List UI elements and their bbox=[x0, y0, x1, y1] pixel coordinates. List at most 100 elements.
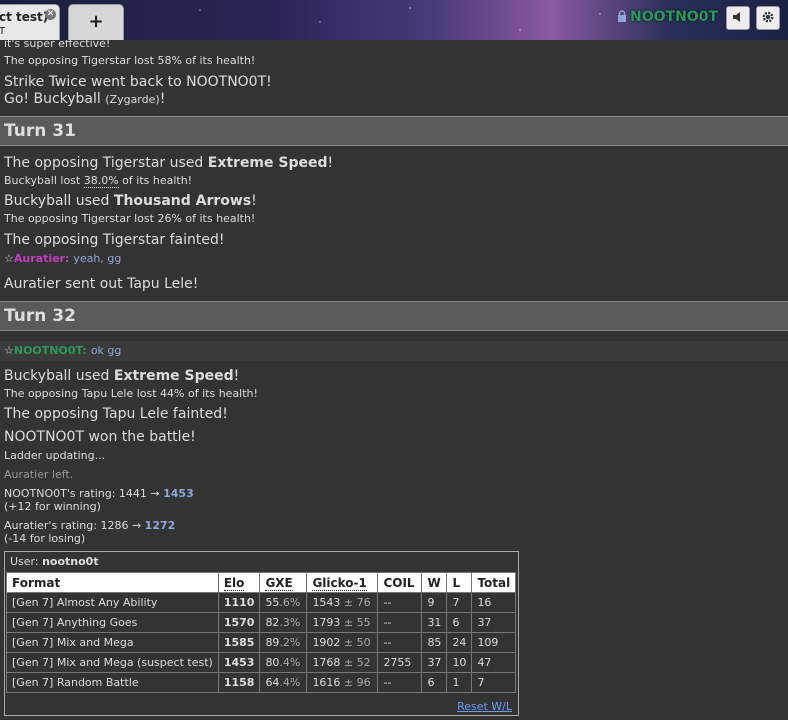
ladder-user: User: nootno0t bbox=[10, 555, 99, 568]
table-row: [Gen 7] Random Battle 1158 64.4% 1616 ± 96-… bbox=[6, 672, 517, 693]
ladder-box: User: nootno0t Format Elo GXE Glicko-1 C… bbox=[4, 551, 519, 716]
rating-change: (+12 for winning) bbox=[4, 500, 101, 513]
format-cell: [Gen 7] Random Battle bbox=[6, 672, 219, 693]
gear-icon bbox=[762, 11, 774, 23]
reset-wl-link[interactable]: Reset W/L bbox=[457, 700, 512, 713]
log-line: The opposing Tapu Lele lost 44% of its h… bbox=[4, 387, 258, 400]
gxe-cell: 55.6% bbox=[259, 592, 308, 613]
glicko-cell: 1902 ± 50 bbox=[306, 632, 379, 653]
wins-cell: 31 bbox=[421, 612, 448, 633]
rating-line: Auratier's rating: 1286 → 1272 bbox=[4, 519, 176, 532]
gxe-cell: 82.3% bbox=[259, 612, 308, 633]
losses-cell: 24 bbox=[446, 632, 473, 653]
close-tab-icon[interactable]: ✕ bbox=[45, 9, 56, 20]
ladder-table: Format Elo GXE Glicko-1 COIL W L Total [… bbox=[6, 572, 517, 693]
log-line: NOOTNO0T won the battle! bbox=[4, 429, 196, 445]
col-losses: L bbox=[446, 572, 473, 593]
chat-text: ok gg bbox=[90, 344, 122, 357]
turn-header: Turn 32 bbox=[0, 301, 788, 331]
lock-icon bbox=[618, 10, 627, 22]
new-rating: 1453 bbox=[163, 487, 194, 500]
format-cell: [Gen 7] Anything Goes bbox=[6, 612, 219, 633]
log-line: Go! Buckyball (Zygarde)! bbox=[4, 91, 166, 107]
wins-cell: 9 bbox=[421, 592, 448, 613]
coil-cell: -- bbox=[377, 672, 423, 693]
wins-cell: 85 bbox=[421, 632, 448, 653]
format-cell: [Gen 7] Mix and Mega (suspect test) bbox=[6, 652, 219, 673]
log-line: Strike Twice went back to NOOTNO0T! bbox=[4, 74, 272, 90]
col-glicko[interactable]: Glicko-1 bbox=[306, 572, 379, 593]
table-header-row: Format Elo GXE Glicko-1 COIL W L Total bbox=[6, 572, 517, 593]
table-row: [Gen 7] Mix and Mega (suspect test) 1453 8… bbox=[6, 652, 517, 673]
username-display[interactable]: NOOTNO0T bbox=[617, 9, 718, 25]
gxe-cell: 80.4% bbox=[259, 652, 308, 673]
col-total: Total bbox=[471, 572, 517, 593]
glicko-cell: 1793 ± 55 bbox=[306, 612, 379, 633]
elo-cell: 1453 bbox=[217, 652, 261, 673]
table-row: [Gen 7] Anything Goes 1570 82.3% 1793 ± 55-… bbox=[6, 612, 517, 633]
log-line: The opposing Tigerstar fainted! bbox=[4, 232, 225, 248]
losses-cell: 10 bbox=[446, 652, 473, 673]
log-line: Buckyball used Extreme Speed! bbox=[4, 368, 240, 384]
log-line: it's super effective! bbox=[4, 40, 111, 50]
chat-username[interactable]: Auratier: bbox=[14, 252, 70, 265]
new-tab-button[interactable]: + bbox=[68, 4, 124, 40]
glicko-cell: 1768 ± 52 bbox=[306, 652, 379, 673]
top-bar: ct test) T ✕ + NOOTNO0T bbox=[0, 0, 788, 40]
col-wins: W bbox=[421, 572, 448, 593]
chat-message: ☆NOOTNO0T: ok gg bbox=[4, 344, 122, 357]
col-gxe[interactable]: GXE bbox=[259, 572, 308, 593]
coil-cell: -- bbox=[377, 632, 423, 653]
coil-cell: -- bbox=[377, 612, 423, 633]
log-line: Auratier sent out Tapu Lele! bbox=[4, 276, 199, 292]
log-line: The opposing Tigerstar used Extreme Spee… bbox=[4, 155, 334, 171]
log-line: The opposing Tigerstar lost 58% of its h… bbox=[4, 54, 256, 67]
battle-tab[interactable]: ct test) T ✕ bbox=[0, 4, 60, 40]
damage-percent[interactable]: 38.0% bbox=[83, 174, 119, 188]
losses-cell: 6 bbox=[446, 612, 473, 633]
log-line: The opposing Tapu Lele fainted! bbox=[4, 406, 228, 422]
coil-cell: -- bbox=[377, 592, 423, 613]
speaker-icon bbox=[733, 12, 740, 22]
sound-button[interactable] bbox=[726, 6, 750, 30]
rating-change: (-14 for losing) bbox=[4, 532, 86, 545]
losses-cell: 7 bbox=[446, 592, 473, 613]
col-elo[interactable]: Elo bbox=[217, 572, 261, 593]
gxe-cell: 64.4% bbox=[259, 672, 308, 693]
settings-button[interactable] bbox=[756, 6, 780, 30]
total-cell: 47 bbox=[471, 652, 517, 673]
elo-cell: 1585 bbox=[217, 632, 261, 653]
elo-cell: 1110 bbox=[217, 592, 261, 613]
chat-username[interactable]: NOOTNO0T: bbox=[14, 344, 87, 357]
format-cell: [Gen 7] Mix and Mega bbox=[6, 632, 219, 653]
glicko-cell: 1616 ± 96 bbox=[306, 672, 379, 693]
chat-text: yeah, gg bbox=[73, 252, 122, 265]
wins-cell: 6 bbox=[421, 672, 448, 693]
wins-cell: 37 bbox=[421, 652, 448, 673]
total-cell: 37 bbox=[471, 612, 517, 633]
total-cell: 109 bbox=[471, 632, 517, 653]
total-cell: 16 bbox=[471, 592, 517, 613]
battle-log: it's super effective! The opposing Tiger… bbox=[0, 40, 788, 720]
log-line: Ladder updating... bbox=[4, 449, 106, 462]
username: NOOTNO0T bbox=[630, 9, 718, 25]
log-line: Buckyball used Thousand Arrows! bbox=[4, 193, 257, 209]
battle-tab-title: ct test) bbox=[0, 10, 49, 24]
col-format: Format bbox=[6, 572, 219, 593]
chat-message: ☆Auratier: yeah, gg bbox=[4, 252, 122, 265]
elo-cell: 1570 bbox=[217, 612, 261, 633]
log-line: The opposing Tigerstar lost 26% of its h… bbox=[4, 212, 256, 225]
log-line: Buckyball lost 38.0% of its health! bbox=[4, 174, 193, 188]
table-row: [Gen 7] Almost Any Ability 1110 55.6% 1543 … bbox=[6, 592, 517, 613]
total-cell: 7 bbox=[471, 672, 517, 693]
rating-line: NOOTNO0T's rating: 1441 → 1453 bbox=[4, 487, 194, 500]
gxe-cell: 89.2% bbox=[259, 632, 308, 653]
new-rating: 1272 bbox=[144, 519, 176, 532]
table-row: [Gen 7] Mix and Mega 1585 89.2% 1902 ± 50 --… bbox=[6, 632, 517, 653]
losses-cell: 1 bbox=[446, 672, 473, 693]
glicko-cell: 1543 ± 76 bbox=[306, 592, 379, 613]
species-label: (Zygarde) bbox=[105, 93, 160, 106]
format-cell: [Gen 7] Almost Any Ability bbox=[6, 592, 219, 613]
col-coil: COIL bbox=[377, 572, 423, 593]
turn-header: Turn 31 bbox=[0, 116, 788, 146]
